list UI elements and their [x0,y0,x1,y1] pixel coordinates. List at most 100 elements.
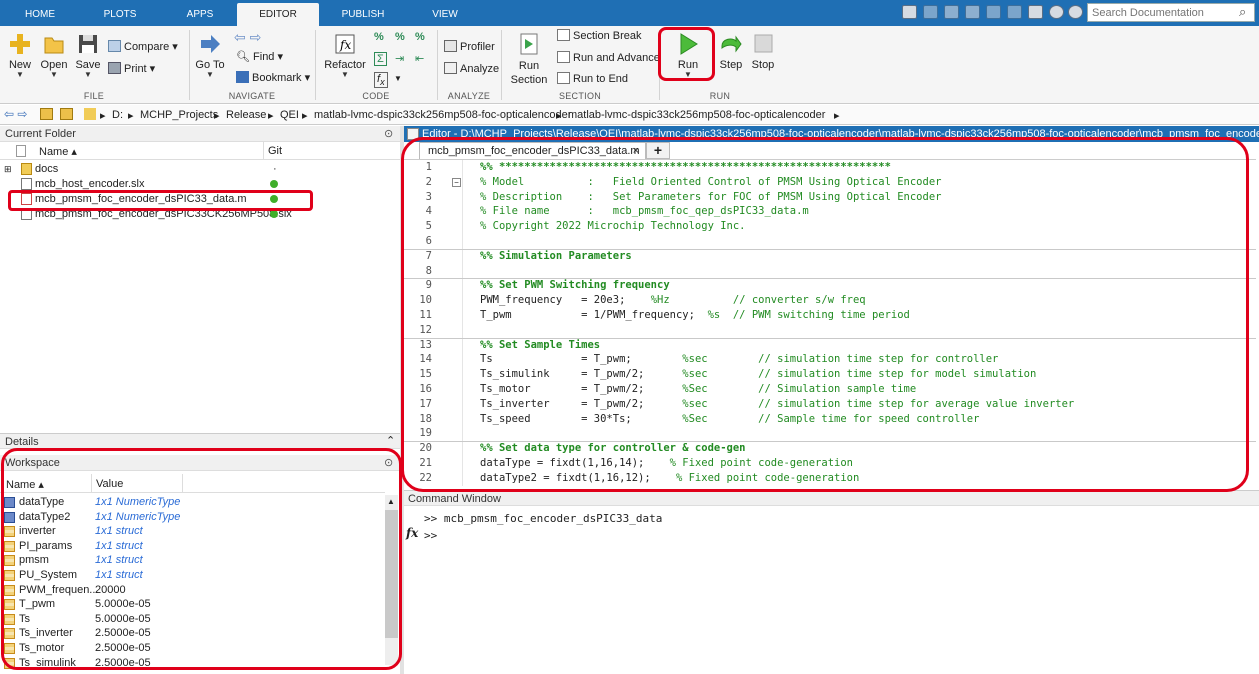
back-forward-icon[interactable]: ⇦ ⇨ [234,29,261,46]
command-window[interactable]: >> mcb_pmsm_foc_encoder_dsPIC33_data fx … [404,506,1259,674]
column-value-header[interactable]: Value [96,478,123,490]
code-line[interactable]: 18 Ts_speed = 30*Ts; %Sec // Sample time … [404,413,1256,428]
column-name-header[interactable]: Name ▴ [6,478,44,491]
folder-item-docs[interactable]: ⊞ docs · [0,162,400,177]
workspace-scroll-thumb[interactable] [385,510,398,638]
back-forward-icon[interactable]: ⇦ ⇨ [4,107,27,121]
code-line[interactable]: 21 dataType = fixdt(1,16,14); % Fixed poi… [404,457,1256,472]
print-button[interactable]: Print ▾ [108,62,155,75]
indent-left-icon[interactable]: ⇤ [415,52,424,65]
save-quick-icon[interactable] [902,5,917,19]
folder-item-model-slx[interactable]: mcb_pmsm_foc_encoder_dsPIC33CK256MP508.s… [0,207,400,222]
code-line[interactable]: 2 % Model : Field Oriented Control of PMS… [404,176,1256,191]
breadcrumb-release[interactable]: Release [226,109,266,121]
refactor-button[interactable]: fx Refactor ▼ [322,32,368,79]
run-section-button[interactable]: Run Section [508,32,550,87]
chevron-down-icon[interactable]: ▼ [394,74,402,83]
collapse-up-icon[interactable]: ⌃ [386,434,395,447]
code-line[interactable]: 15 Ts_simulink = T_pwm/2; %sec // simulat… [404,368,1256,383]
code-line[interactable]: 12 [404,324,1256,339]
workspace-row[interactable]: PWM_frequen... 20000 [0,583,385,598]
search-documentation-input[interactable] [1087,3,1255,22]
indent-right-icon[interactable]: ⇥ [395,52,404,65]
workspace-row[interactable]: T_pwm 5.0000e-05 [0,597,385,612]
new-button[interactable]: New ▼ [6,32,34,79]
indent-sum-icon[interactable]: Σ [374,52,387,66]
code-line[interactable]: 7 %% Simulation Parameters [404,250,1256,265]
bookmark-button[interactable]: Bookmark ▾ [236,71,310,84]
code-line[interactable]: 17 Ts_inverter = T_pwm/2; %sec // simulat… [404,398,1256,413]
breadcrumb-project[interactable]: matlab-lvmc-dspic33ck256mp508-foc-optica… [314,109,571,121]
code-line[interactable]: 19 [404,427,1256,442]
goto-button[interactable]: Go To ▼ [194,32,226,79]
code-line[interactable]: 5 % Copyright 2022 Microchip Technology I… [404,220,1256,235]
code-editor[interactable]: 1 %% ************************************… [404,159,1256,486]
run-button[interactable]: Run ▼ [664,32,712,79]
tab-publish[interactable]: PUBLISH [330,3,396,26]
tab-plots[interactable]: PLOTS [90,3,150,26]
options-icon[interactable] [1068,5,1083,19]
code-line[interactable]: 16 Ts_motor = T_pwm/2; %Sec // Simulation… [404,383,1256,398]
code-line[interactable]: 6 [404,235,1256,250]
details-title[interactable]: Details [0,433,400,449]
command-prompt[interactable]: >> [424,529,437,542]
run-to-end-button[interactable]: Run to End [557,72,628,85]
save-button[interactable]: Save ▼ [74,32,102,79]
breadcrumb-drive[interactable]: D: [112,109,123,121]
new-tab-button[interactable]: + [646,142,670,159]
code-line[interactable]: 3 % Description : Set Parameters for FOC … [404,191,1256,206]
function-browser-icon[interactable]: fx [406,526,418,540]
cut-quick-icon[interactable] [923,5,938,19]
panel-options-icon[interactable]: ⊙ [384,127,393,140]
workspace-row[interactable]: Ts_simulink 2.5000e-05 [0,656,385,671]
stop-button[interactable]: Stop [748,32,778,71]
scroll-up-icon[interactable]: ▲ [387,497,395,506]
open-button[interactable]: Open ▼ [40,32,68,79]
paste-quick-icon[interactable] [965,5,980,19]
breadcrumb-qei[interactable]: QEI [280,109,299,121]
tab-home[interactable]: HOME [10,3,70,26]
profiler-button[interactable]: Profiler [444,40,495,53]
analyze-button[interactable]: Analyze [444,62,499,75]
up-folder-icon[interactable] [40,108,53,120]
redo-quick-icon[interactable] [1007,5,1022,19]
workspace-row[interactable]: dataType 1x1 NumericType [0,495,385,510]
folder-item-host-encoder[interactable]: mcb_host_encoder.slx [0,177,400,192]
code-line[interactable]: 10 PWM_frequency = 20e3; %Hz // converter… [404,294,1256,309]
code-line[interactable]: 8 [404,265,1256,280]
panel-options-icon[interactable]: ⊙ [384,456,393,469]
section-break-button[interactable]: Section Break [557,29,641,42]
wrap-comment-icon[interactable]: % [415,31,425,43]
run-and-advance-button[interactable]: Run and Advance [557,51,660,64]
expand-plus-icon[interactable]: ⊞ [4,162,12,177]
breadcrumb-mchp-projects[interactable]: MCHP_Projects [140,109,218,121]
column-name-header[interactable]: Name ▴ [39,145,77,158]
code-line[interactable]: 11 T_pwm = 1/PWM_frequency; %s // PWM swi… [404,309,1256,324]
browse-folder-icon[interactable] [60,108,73,120]
workspace-row[interactable]: PU_System 1x1 struct [0,568,385,583]
folder-item-data-m[interactable]: mcb_pmsm_foc_encoder_dsPIC33_data.m [0,192,400,207]
workspace-row[interactable]: PI_params 1x1 struct [0,539,385,554]
code-line[interactable]: 22 dataType2 = fixdt(1,16,12); % Fixed po… [404,472,1256,486]
breadcrumb-project-sub[interactable]: matlab-lvmc-dspic33ck256mp508-foc-optica… [568,109,825,121]
tab-view[interactable]: VIEW [415,3,475,26]
code-line[interactable]: 20 %% Set data type for controller & code… [404,442,1256,457]
close-icon[interactable]: × [633,143,639,159]
step-button[interactable]: Step [716,32,746,71]
code-line[interactable]: 9 %% Set PWM Switching frequency [404,279,1256,294]
code-line[interactable]: 1 %% ************************************… [404,161,1256,176]
tab-editor[interactable]: EDITOR [237,3,319,26]
tab-apps[interactable]: APPS [170,3,230,26]
help-icon[interactable] [1049,5,1064,19]
code-fold-icon[interactable]: − [452,178,461,187]
uncomment-percent-icon[interactable]: % [395,31,405,43]
find-button[interactable]: 🔍︎ Find ▾ [236,50,283,63]
code-line[interactable]: 14 Ts = T_pwm; %sec // simulation time st… [404,353,1256,368]
workspace-row[interactable]: pmsm 1x1 struct [0,553,385,568]
workspace-row[interactable]: Ts_motor 2.5000e-05 [0,641,385,656]
workspace-row[interactable]: Ts 5.0000e-05 [0,612,385,627]
search-icon[interactable]: ⌕ [1239,4,1246,20]
editor-file-tab[interactable]: mcb_pmsm_foc_encoder_dsPIC33_data.m × [419,142,646,159]
undo-quick-icon[interactable] [986,5,1001,19]
copy-quick-icon[interactable] [944,5,959,19]
